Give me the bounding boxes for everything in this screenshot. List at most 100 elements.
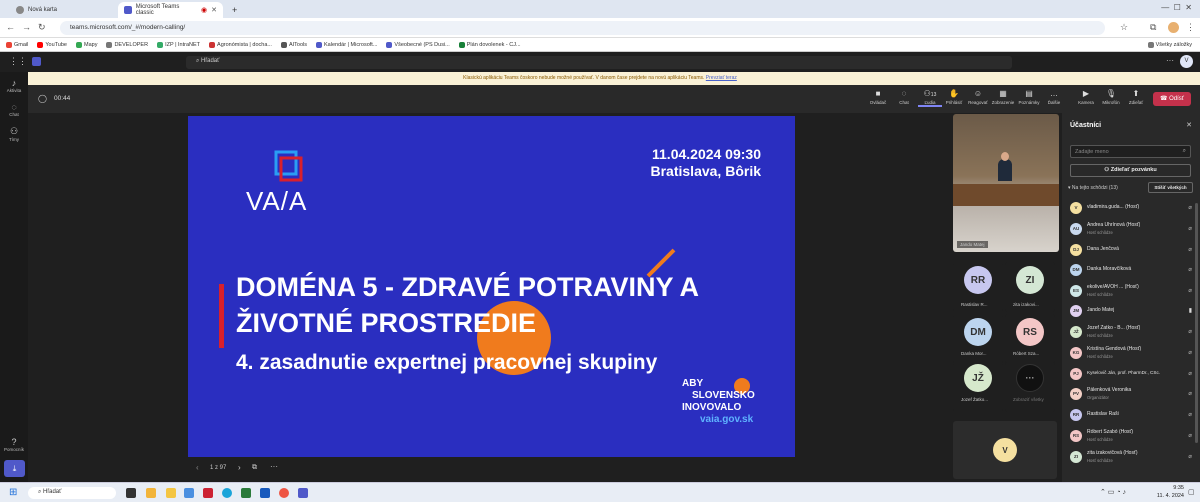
grid-view-icon[interactable]: ⧉ (252, 464, 257, 472)
system-tray-icons[interactable]: ⌃ ▭ ◔ ♪ (1100, 488, 1126, 496)
toolbar-mic[interactable]: 🎙 Mikrofón (1099, 89, 1123, 105)
rail-item-activity[interactable]: ♪ Aktivita (0, 78, 28, 93)
participant-search-input[interactable]: Zadajte meno ⌕ (1070, 145, 1191, 158)
section-header[interactable]: ▾ Na tejto schôdzi (13) (1068, 185, 1118, 191)
windows-start-icon[interactable]: ⊞ (9, 487, 17, 498)
task-view-icon[interactable] (126, 488, 136, 498)
toolbar-share[interactable]: ⬆ Zdieľať (1124, 89, 1148, 105)
participant-row[interactable]: ES ekolive/AVOH ... (Hosť) Hosť schôdze ⌀ (1062, 282, 1200, 302)
video-tile[interactable]: RS Róbert Sza... (1005, 314, 1055, 364)
participant-row[interactable]: AU Andrea Uhrínová (Hosť) Hosť schôdze ⌀ (1062, 220, 1200, 240)
url-field[interactable]: teams.microsoft.com/_#/modern-calling/ (60, 21, 1105, 35)
toolbar-raise-hand[interactable]: ✋ Prihlásiť (942, 89, 966, 105)
video-tile[interactable]: JŽ Jozef Žatko... (953, 362, 1003, 412)
participant-row[interactable]: Vvladimira.guda... (Hosť) ⌀ (1062, 199, 1200, 219)
teams-icon[interactable] (298, 488, 308, 498)
bookmark-item[interactable]: Kalendár | Microsoft... (316, 41, 377, 48)
shared-presentation: VA/A 11.04.2024 09:30 Bratislava, Bôrik … (188, 116, 795, 457)
chrome-icon[interactable] (279, 488, 289, 498)
participant-row[interactable]: PV Pálenková Veronika Organizátor ⌀ (1062, 385, 1200, 405)
app-launcher-icon[interactable]: ⋮⋮ (9, 56, 27, 67)
next-slide-icon[interactable]: › (238, 463, 241, 472)
prev-slide-icon[interactable]: ‹ (196, 463, 199, 472)
bookmark-item[interactable]: Mapy (76, 41, 97, 48)
share-invite-button[interactable]: ⚇ Zdieľať pozvánku (1070, 164, 1191, 177)
toolbar-controller[interactable]: ■ Ovládač (866, 89, 890, 105)
toolbar-chat[interactable]: ◌ Chat (892, 89, 916, 105)
toolbar-camera[interactable]: ▶ Kamera (1074, 89, 1098, 105)
toolbar-more[interactable]: … Ďalšie (1042, 89, 1066, 105)
leave-button[interactable]: ☎ Odísť (1153, 92, 1191, 106)
bookmark-item[interactable]: DEVELOPER (106, 41, 148, 48)
participant-row[interactable]: RS Róbert Szabó (Hosť) Hosť schôdze ⌀ (1062, 427, 1200, 447)
download-icon[interactable]: ⤓ (4, 460, 25, 477)
participant-row[interactable]: DM Danka Moravčíková ⌀ (1062, 261, 1200, 281)
left-rail: ♪ Aktivita ◌ Chat ⚇ Tímy ? Pomocník ⤓ (0, 72, 28, 482)
more-options-icon[interactable]: ··· (270, 462, 278, 471)
video-tile[interactable]: ZI zita izakovi... (1005, 262, 1055, 312)
star-icon[interactable]: ☆ (1120, 22, 1128, 33)
user-avatar[interactable]: V (1180, 55, 1193, 68)
toolbar-view[interactable]: ▦ Zobrazenie (991, 89, 1015, 105)
file-explorer-icon[interactable] (166, 488, 176, 498)
video-tile[interactable]: RR Rastislav R... (953, 262, 1003, 312)
participant-row[interactable]: PJ Kyselovič Ján, prof. PharmDr., CSc. ⌀ (1062, 365, 1200, 385)
rail-item-help[interactable]: ? Pomocník (0, 437, 28, 452)
participant-row[interactable]: ZI zita izakovičová (Hosť) Hosť schôdze ⌀ (1062, 448, 1200, 468)
search-input[interactable]: ⌕ Hľadať (186, 56, 1012, 69)
bookmark-item[interactable]: YouTube (37, 41, 67, 48)
toolbar-notes[interactable]: ▤ Poznámky (1017, 89, 1041, 105)
menu-icon[interactable]: ⋮ (1186, 22, 1195, 33)
close-icon[interactable]: ✕ (1186, 121, 1192, 129)
participant-row[interactable]: RR Rastislav Raši ⌀ (1062, 406, 1200, 426)
browser-tab-new[interactable]: Nová karta (10, 2, 115, 18)
video-tile[interactable]: DM Danka Mor... (953, 314, 1003, 364)
rail-item-chat[interactable]: ◌ Chat (0, 102, 28, 117)
scrollbar[interactable] (1195, 203, 1198, 443)
browser-tab-teams[interactable]: Microsoft Teams classic ◉ ✕ (118, 2, 223, 18)
app-icon[interactable] (203, 488, 213, 498)
word-icon[interactable] (260, 488, 270, 498)
extensions-icon[interactable]: ⧉ (1150, 22, 1156, 33)
participant-row[interactable]: KG Kristína Gendová (Hosť) Hosť schôdze ⌀ (1062, 344, 1200, 364)
bookmark-item[interactable]: IZP | IntraNET (157, 41, 200, 48)
bookmark-item[interactable]: Všeobecné (PS Dusi... (386, 41, 450, 48)
rail-item-teams[interactable]: ⚇ Tímy (0, 126, 28, 142)
app-icon[interactable] (241, 488, 251, 498)
close-tab-icon[interactable]: ✕ (211, 6, 217, 14)
phone-icon: ☎ (1159, 96, 1170, 102)
participant-row[interactable]: JŽ Jozef Žatko - B... (Hosť) Hosť schôdze ⌀ (1062, 323, 1200, 343)
toolbar-people[interactable]: ⚇13 Ľudia (918, 89, 942, 107)
new-tab-button[interactable]: + (226, 2, 243, 18)
profile-avatar[interactable] (1168, 22, 1179, 33)
mute-all-button[interactable]: Stíšiť všetkých (1148, 182, 1193, 193)
participant-row[interactable]: JM Jando Matej ▮ (1062, 302, 1200, 322)
slide-tagline-3: INOVOVALO (682, 402, 742, 413)
main-speaker-video[interactable]: Jando Matej (953, 114, 1059, 252)
toolbar-react[interactable]: ☺ Reagovať (966, 89, 990, 105)
edge-icon[interactable] (222, 488, 232, 498)
folder-icon (106, 41, 113, 48)
self-video[interactable]: V (953, 421, 1057, 479)
notifications-icon[interactable]: ▢ (1188, 488, 1195, 496)
widgets-icon[interactable] (146, 488, 156, 498)
bookmark-item[interactable]: AITools (280, 41, 307, 48)
bookmark-item[interactable]: Agronómista | docha... (209, 41, 272, 48)
participant-name: vladimira.guda... (Hosť) (1087, 204, 1140, 210)
back-icon[interactable]: ← (6, 22, 15, 32)
mic-off-icon: ⌀ (1188, 391, 1192, 397)
more-icon[interactable]: ··· (1166, 56, 1174, 65)
banner-link[interactable]: Prevziať teraz (706, 75, 737, 81)
show-all-tiles[interactable]: ··· Zobraziť všetky (1005, 362, 1055, 412)
participant-row[interactable]: DJ Dana Jenčová ⌀ (1062, 241, 1200, 261)
all-bookmarks[interactable]: Všetky záložky (1147, 41, 1192, 48)
bookmark-item[interactable]: Plán dovolenek - CJ... (458, 41, 521, 48)
forward-icon[interactable]: → (22, 22, 31, 32)
participant-name: Kristína Gendová (Hosť) (1087, 346, 1142, 352)
reload-icon[interactable]: ↻ (38, 22, 46, 33)
bookmark-item[interactable]: Gmail (6, 41, 28, 48)
window-controls[interactable]: — ☐ ✕ (1161, 3, 1192, 12)
participant-role: Hosť schôdze (1087, 354, 1113, 359)
app-icon[interactable] (184, 488, 194, 498)
taskbar-search[interactable]: ⌕ Hľadať (28, 487, 116, 499)
